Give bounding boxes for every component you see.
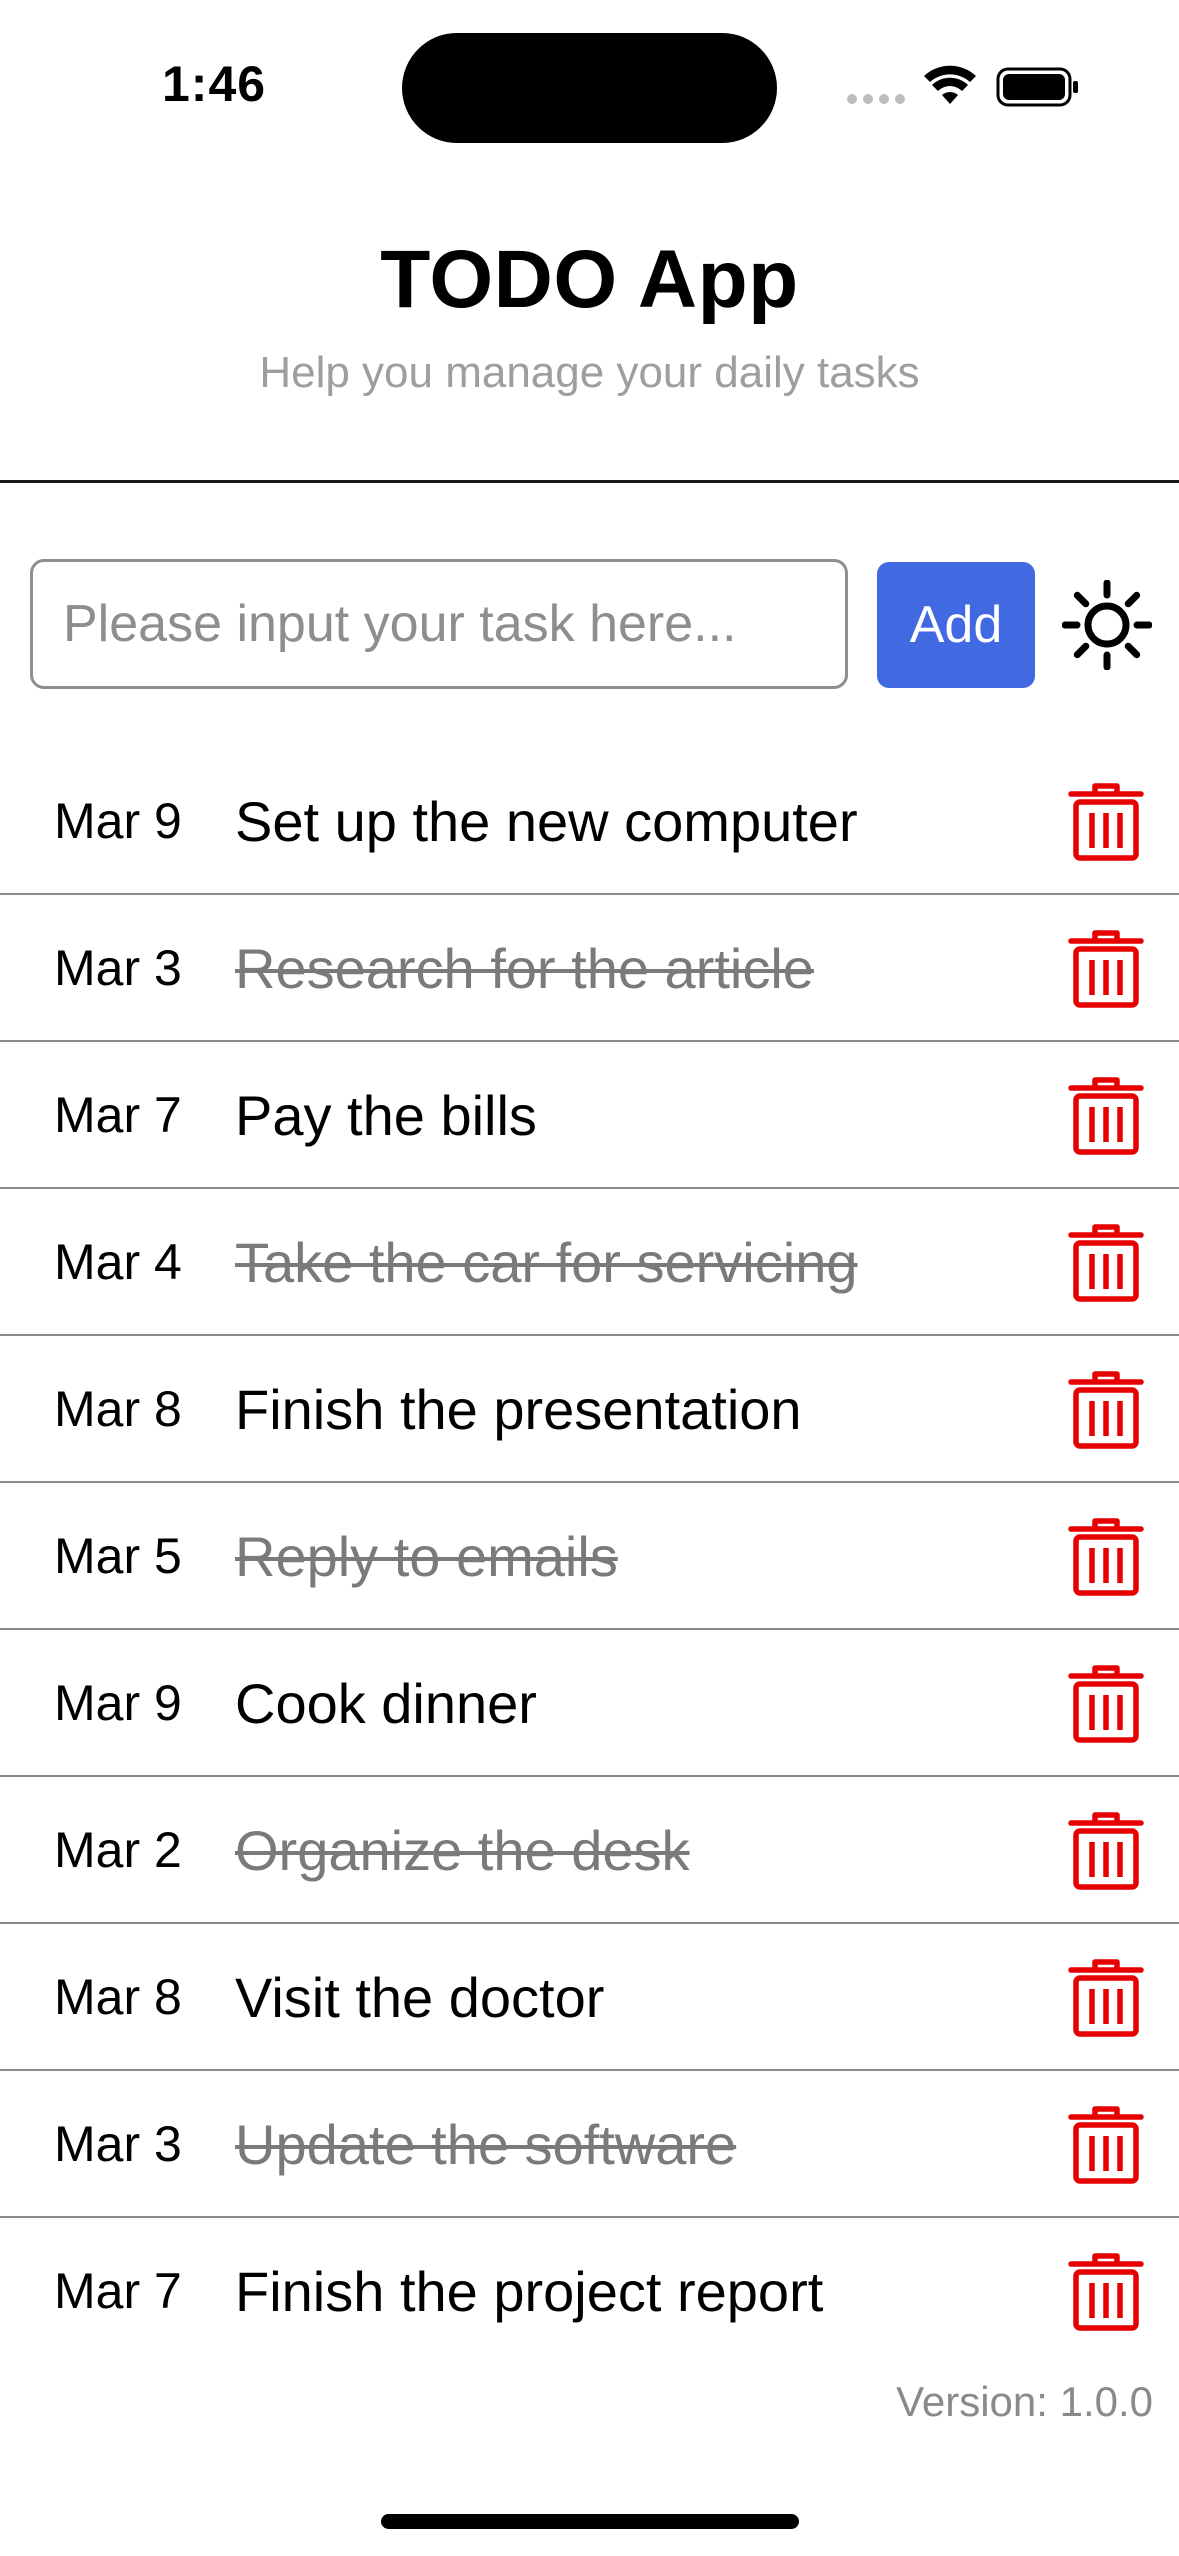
- task-item[interactable]: Mar 3 Update the software: [0, 2071, 1179, 2218]
- app-subtitle: Help you manage your daily tasks: [259, 348, 920, 397]
- task-item[interactable]: Mar 9 Cook dinner: [0, 1630, 1179, 1777]
- sun-icon[interactable]: [1062, 580, 1152, 670]
- delete-button[interactable]: [1068, 1370, 1144, 1450]
- task-text[interactable]: Visit the doctor: [235, 1924, 604, 2071]
- task-text[interactable]: Finish the project report: [235, 2218, 823, 2365]
- wifi-icon: [924, 65, 976, 104]
- status-time: 1:46: [162, 56, 267, 112]
- home-indicator[interactable]: [381, 2514, 799, 2529]
- dynamic-island: [402, 33, 777, 143]
- task-text[interactable]: Reply to emails: [235, 1483, 618, 1630]
- status-bar: 1:46: [0, 0, 1179, 160]
- task-item[interactable]: Mar 5 Reply to emails: [0, 1483, 1179, 1630]
- task-date: Mar 9: [54, 793, 182, 849]
- trash-icon: [1068, 930, 1144, 1008]
- task-date: Mar 4: [54, 1234, 182, 1290]
- trash-icon: [1068, 783, 1144, 861]
- delete-button[interactable]: [1068, 782, 1144, 862]
- trash-icon: [1068, 2106, 1144, 2184]
- task-text[interactable]: Set up the new computer: [235, 748, 858, 895]
- task-item[interactable]: Mar 3 Research for the article: [0, 895, 1179, 1042]
- header-divider: [0, 480, 1179, 483]
- trash-icon: [1068, 2253, 1144, 2331]
- trash-icon: [1068, 1077, 1144, 1155]
- task-date: Mar 8: [54, 1969, 182, 2025]
- trash-icon: [1068, 1371, 1144, 1449]
- task-date: Mar 2: [54, 1822, 182, 1878]
- trash-icon: [1068, 1959, 1144, 2037]
- delete-button[interactable]: [1068, 2252, 1144, 2332]
- task-text[interactable]: Update the software: [235, 2071, 736, 2218]
- task-item[interactable]: Mar 8 Visit the doctor: [0, 1924, 1179, 2071]
- task-item[interactable]: Mar 8 Finish the presentation: [0, 1336, 1179, 1483]
- battery-icon: [996, 67, 1078, 107]
- task-item[interactable]: Mar 4 Take the car for servicing: [0, 1189, 1179, 1336]
- add-button[interactable]: Add: [877, 562, 1035, 688]
- task-item[interactable]: Mar 9 Set up the new computer: [0, 748, 1179, 895]
- delete-button[interactable]: [1068, 1517, 1144, 1597]
- task-text[interactable]: Cook dinner: [235, 1630, 537, 1777]
- trash-icon: [1068, 1224, 1144, 1302]
- app-title: TODO App: [380, 234, 799, 325]
- delete-button[interactable]: [1068, 2105, 1144, 2185]
- delete-button[interactable]: [1068, 1958, 1144, 2038]
- delete-button[interactable]: [1068, 1223, 1144, 1303]
- task-date: Mar 3: [54, 940, 182, 996]
- task-date: Mar 7: [54, 1087, 182, 1143]
- task-text[interactable]: Pay the bills: [235, 1042, 537, 1189]
- task-date: Mar 9: [54, 1675, 182, 1731]
- task-date: Mar 7: [54, 2263, 182, 2319]
- trash-icon: [1068, 1812, 1144, 1890]
- task-text[interactable]: Finish the presentation: [235, 1336, 802, 1483]
- delete-button[interactable]: [1068, 929, 1144, 1009]
- task-item[interactable]: Mar 7 Pay the bills: [0, 1042, 1179, 1189]
- trash-icon: [1068, 1518, 1144, 1596]
- task-item[interactable]: Mar 7 Finish the project report: [0, 2218, 1179, 2365]
- task-input[interactable]: [30, 559, 848, 689]
- task-text[interactable]: Take the car for servicing: [235, 1189, 857, 1336]
- version-label: Version: 1.0.0: [896, 2378, 1153, 2425]
- task-text[interactable]: Research for the article: [235, 895, 814, 1042]
- trash-icon: [1068, 1665, 1144, 1743]
- cellular-signal-icon: [847, 94, 905, 104]
- task-text[interactable]: Organize the desk: [235, 1777, 689, 1924]
- task-item[interactable]: Mar 2 Organize the desk: [0, 1777, 1179, 1924]
- task-date: Mar 8: [54, 1381, 182, 1437]
- app-header: TODO App Help you manage your daily task…: [0, 230, 1179, 398]
- delete-button[interactable]: [1068, 1664, 1144, 1744]
- task-date: Mar 5: [54, 1528, 182, 1584]
- delete-button[interactable]: [1068, 1076, 1144, 1156]
- delete-button[interactable]: [1068, 1811, 1144, 1891]
- task-list: Mar 9 Set up the new computer Mar 3 Rese…: [0, 748, 1179, 2365]
- task-date: Mar 3: [54, 2116, 182, 2172]
